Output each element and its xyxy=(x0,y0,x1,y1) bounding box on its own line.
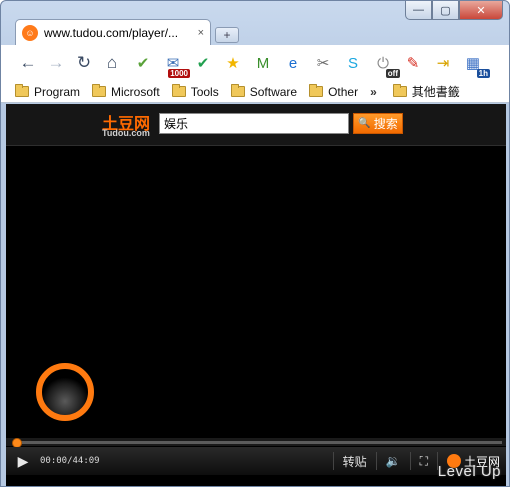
site-header: 土豆网 Tudou.com 🔍 搜索 xyxy=(6,104,506,146)
bookmark-label: Microsoft xyxy=(111,84,160,99)
pepper-icon[interactable]: ✎ xyxy=(401,51,425,75)
folder-icon xyxy=(92,84,107,97)
skype-icon[interactable]: S xyxy=(341,51,365,75)
extension-badge: 1000 xyxy=(168,69,190,78)
repost-button[interactable]: 转贴 xyxy=(332,452,376,470)
page-content: 土豆网 Tudou.com 🔍 搜索 ▶ 00:00/44:09 转贴 🔉 ⛶ … xyxy=(6,104,506,486)
volume-icon[interactable]: 🔉 xyxy=(375,452,410,470)
bookmark-label: Software xyxy=(249,84,298,99)
folder-icon xyxy=(392,84,407,97)
calendar-icon[interactable]: ▦ 1h xyxy=(461,51,490,78)
extension-badge: off xyxy=(385,69,400,78)
fullscreen-icon[interactable]: ⛶ xyxy=(409,452,437,470)
progress-bar[interactable] xyxy=(6,438,506,448)
power-off-icon[interactable]: ⏻ off xyxy=(371,51,400,78)
browser-window: — ▢ ✕ ☺ www.tudou.com/player/... × + ← →… xyxy=(0,0,510,487)
ie-tab-icon[interactable]: e xyxy=(281,51,305,75)
new-tab-button[interactable]: + xyxy=(215,27,239,43)
folder-icon xyxy=(171,84,186,97)
video-area[interactable] xyxy=(6,147,506,437)
folder-icon xyxy=(230,84,245,97)
folder-icon xyxy=(309,84,324,97)
bookmark-folder-tools[interactable]: Tools xyxy=(171,84,219,99)
bookmark-folder-software[interactable]: Software xyxy=(230,84,298,99)
browser-toolbar: ← → ↻ ⌂ ✔ ✉ 1000 ✔ ★ Me ✂ S ⏻ off ✎ ⇥ ▦ 1h xyxy=(1,45,509,81)
time-display: 00:00/44:09 xyxy=(40,456,100,466)
gmail-checker-icon[interactable]: ✉ 1000 xyxy=(161,51,190,78)
folder-icon xyxy=(15,84,29,97)
search-button-label: 搜索 xyxy=(373,117,398,131)
forward-icon[interactable]: → xyxy=(43,50,69,76)
browser-tab[interactable]: ☺ www.tudou.com/player/... × xyxy=(15,19,211,46)
home-icon[interactable]: ⌂ xyxy=(99,50,125,76)
check-icon[interactable]: ✔ xyxy=(131,51,155,75)
play-icon[interactable]: ▶ xyxy=(6,453,40,470)
bookmark-folder-microsoft[interactable]: Microsoft xyxy=(92,84,160,99)
extension-bar: ✔ ✉ 1000 ✔ ★ Me ✂ S ⏻ off ✎ ⇥ ▦ 1h xyxy=(127,51,490,78)
tab-close-icon[interactable]: × xyxy=(198,27,204,39)
loading-spinner-icon xyxy=(36,363,94,421)
watermark-text: Level Up xyxy=(437,463,501,480)
reload-icon[interactable]: ↻ xyxy=(71,50,97,76)
bookmarks-overflow-chevron-icon[interactable]: » xyxy=(370,85,377,99)
bookmarks-bar: Program Microsoft Tools Software Other »… xyxy=(1,81,509,103)
window-controls: — ▢ ✕ xyxy=(405,1,503,20)
close-window-button[interactable]: ✕ xyxy=(459,1,503,20)
bookmark-folder-program[interactable]: Program xyxy=(15,84,81,99)
bookmark-label: Program xyxy=(34,84,81,99)
tudou-logo-subtitle: Tudou.com xyxy=(102,128,150,138)
tudou-favicon-icon: ☺ xyxy=(22,25,38,41)
back-icon[interactable]: ← xyxy=(15,50,41,76)
bookmark-label: Tools xyxy=(190,84,219,99)
approve-icon[interactable]: ✔ xyxy=(191,51,215,75)
other-bookmarks-label: 其他書籤 xyxy=(411,85,460,99)
progress-track[interactable] xyxy=(16,441,502,444)
search-input[interactable] xyxy=(159,113,349,134)
mcafee-icon[interactable]: M xyxy=(251,51,275,75)
search-button[interactable]: 🔍 搜索 xyxy=(353,113,403,134)
send-to-phone-icon[interactable]: ⇥ xyxy=(431,51,455,75)
extension-badge: 1h xyxy=(476,69,490,78)
tools-icon[interactable]: ✂ xyxy=(311,51,335,75)
bookmark-label: Other xyxy=(328,84,359,99)
other-bookmarks-folder[interactable]: 其他書籤 xyxy=(392,83,460,100)
bookmark-folder-other[interactable]: Other xyxy=(309,84,359,99)
tab-title: www.tudou.com/player/... xyxy=(44,26,179,40)
minimize-button[interactable]: — xyxy=(405,1,432,20)
search-icon: 🔍 xyxy=(358,118,371,129)
maximize-button[interactable]: ▢ xyxy=(432,1,459,20)
star-icon[interactable]: ★ xyxy=(221,51,245,75)
player-controls: ▶ 00:00/44:09 转贴 🔉 ⛶ 土豆网 xyxy=(6,447,506,475)
